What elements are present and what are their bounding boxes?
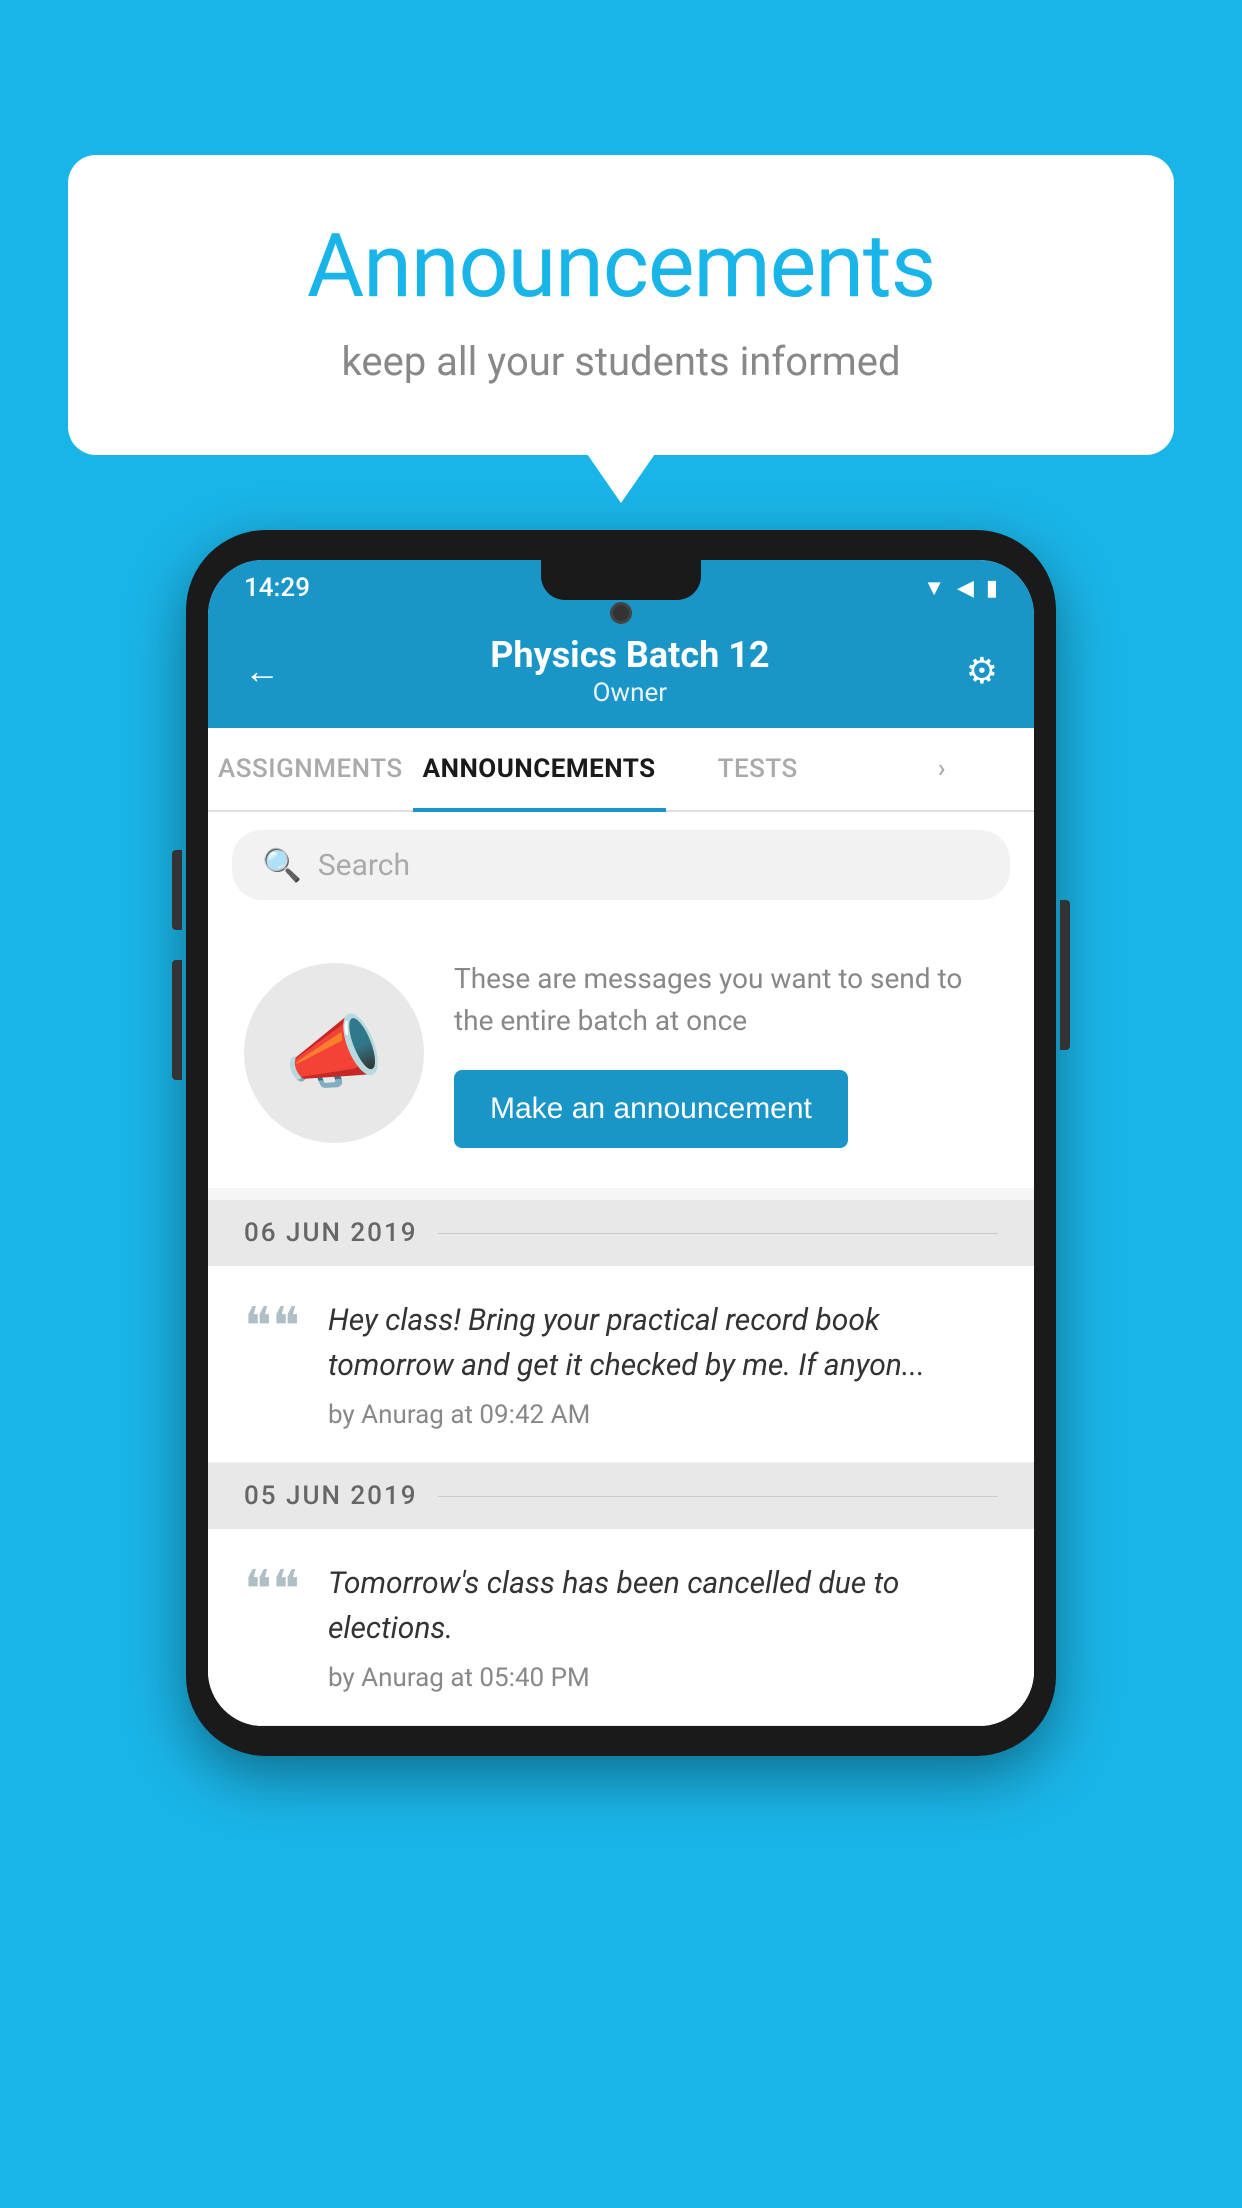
app-bar-title: Physics Batch 12 (490, 634, 769, 676)
tab-tests[interactable]: TESTS (666, 728, 850, 810)
date-separator-2: 05 JUN 2019 (208, 1463, 1034, 1529)
phone-frame: 14:29 ▼ ◀ ▮ ← Physics Batch 12 Owner ⚙ A… (186, 530, 1056, 1756)
announcement-author-1: by Anurag at 09:42 AM (328, 1400, 998, 1430)
phone-notch (541, 560, 701, 600)
search-icon: 🔍 (262, 846, 302, 884)
announcement-content-1: Hey class! Bring your practical record b… (328, 1298, 998, 1430)
status-time: 14:29 (244, 573, 310, 603)
tab-more[interactable]: › (850, 728, 1034, 810)
phone-screen: 14:29 ▼ ◀ ▮ ← Physics Batch 12 Owner ⚙ A… (208, 560, 1034, 1726)
announcement-item-2[interactable]: ❝❝ Tomorrow's class has been cancelled d… (208, 1529, 1034, 1726)
announcement-item-1[interactable]: ❝❝ Hey class! Bring your practical recor… (208, 1266, 1034, 1463)
bubble-subtitle: keep all your students informed (148, 338, 1094, 385)
app-bar-title-group: Physics Batch 12 Owner (490, 634, 769, 708)
make-announcement-button[interactable]: Make an announcement (454, 1070, 848, 1148)
search-input[interactable]: Search (318, 848, 410, 883)
date-separator-1: 06 JUN 2019 (208, 1200, 1034, 1266)
promo-description: These are messages you want to send to t… (454, 958, 998, 1042)
speech-bubble: Announcements keep all your students inf… (68, 155, 1174, 455)
date-line-2 (438, 1496, 999, 1497)
phone-button-vol-up (172, 960, 182, 1080)
bubble-title: Announcements (148, 215, 1094, 318)
tab-assignments[interactable]: ASSIGNMENTS (208, 728, 413, 810)
announcement-author-2: by Anurag at 05:40 PM (328, 1663, 998, 1693)
tab-bar: ASSIGNMENTS ANNOUNCEMENTS TESTS › (208, 728, 1034, 812)
settings-icon[interactable]: ⚙ (966, 650, 998, 692)
search-bar-container: 🔍 Search (208, 812, 1034, 918)
back-button[interactable]: ← (244, 650, 294, 692)
quote-icon-2: ❝❝ (244, 1565, 300, 1617)
phone-container: 14:29 ▼ ◀ ▮ ← Physics Batch 12 Owner ⚙ A… (186, 530, 1056, 1756)
signal-icon: ◀ (957, 576, 974, 601)
content-area: 🔍 Search 📣 These are messages you want t… (208, 812, 1034, 1726)
wifi-icon: ▼ (923, 575, 945, 601)
phone-camera (610, 602, 632, 624)
battery-icon: ▮ (986, 576, 998, 601)
announcement-content-2: Tomorrow's class has been cancelled due … (328, 1561, 998, 1693)
promo-card: 📣 These are messages you want to send to… (208, 918, 1034, 1188)
search-bar[interactable]: 🔍 Search (232, 830, 1010, 900)
speech-bubble-container: Announcements keep all your students inf… (68, 155, 1174, 455)
megaphone-icon: 📣 (284, 1006, 384, 1100)
date-line-1 (438, 1233, 999, 1234)
promo-content: These are messages you want to send to t… (454, 958, 998, 1148)
announcement-icon-circle: 📣 (244, 963, 424, 1143)
announcement-text-2: Tomorrow's class has been cancelled due … (328, 1561, 998, 1651)
quote-icon-1: ❝❝ (244, 1302, 300, 1354)
tab-announcements[interactable]: ANNOUNCEMENTS (413, 728, 666, 810)
phone-button-vol-down (172, 850, 182, 930)
status-icons: ▼ ◀ ▮ (923, 575, 998, 601)
app-bar-subtitle: Owner (490, 678, 769, 708)
app-bar: ← Physics Batch 12 Owner ⚙ (208, 616, 1034, 728)
announcement-text-1: Hey class! Bring your practical record b… (328, 1298, 998, 1388)
date-label-1: 06 JUN 2019 (244, 1218, 418, 1248)
date-label-2: 05 JUN 2019 (244, 1481, 418, 1511)
phone-button-power (1060, 900, 1070, 1050)
